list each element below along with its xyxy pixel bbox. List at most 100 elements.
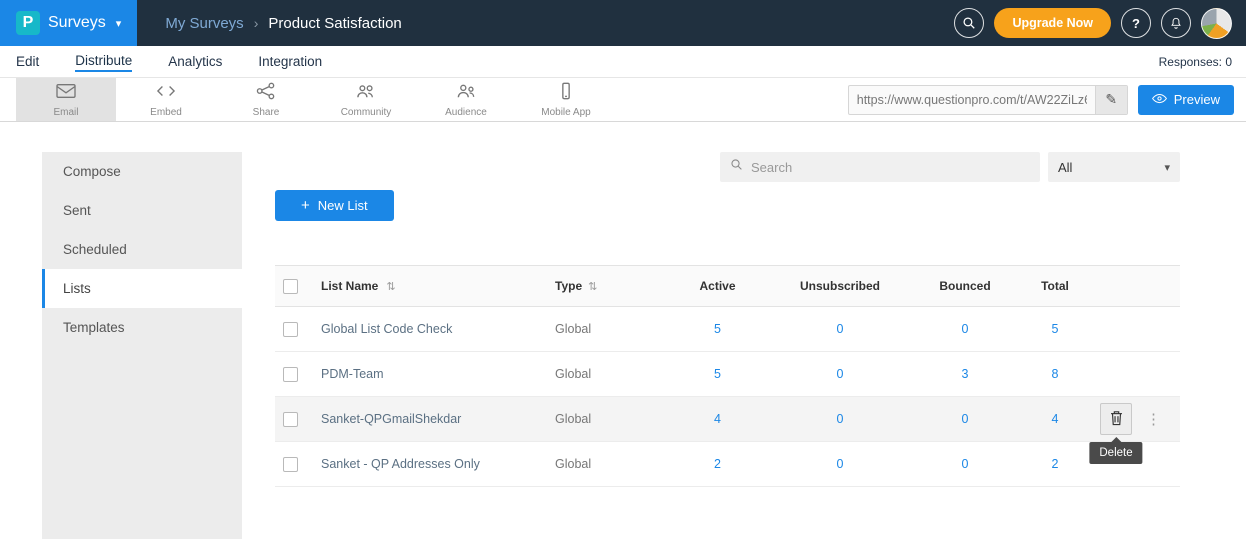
unsubscribed-count-link[interactable]: 0 <box>837 322 844 336</box>
breadcrumb: My Surveys › Product Satisfaction <box>165 15 401 32</box>
total-count-link[interactable]: 5 <box>1052 322 1059 336</box>
survey-url-input[interactable] <box>849 86 1095 114</box>
search-icon <box>730 158 743 176</box>
table-row: Sanket - QP Addresses Only Global 2 0 0 … <box>275 442 1180 487</box>
sort-icon[interactable]: ⇅ <box>386 280 395 293</box>
new-list-button[interactable]: + New List <box>275 190 394 221</box>
help-icon[interactable]: ? <box>1121 8 1151 38</box>
lists-filter-value: All <box>1058 160 1072 175</box>
delete-tooltip: Delete <box>1089 442 1142 464</box>
lists-panel: All ▾ + New List List Name ⇅ Type ⇅ Acti… <box>242 122 1246 539</box>
sidebar-item-scheduled[interactable]: Scheduled <box>42 230 242 269</box>
product-name: Surveys <box>48 14 106 32</box>
sort-icon[interactable]: ⇅ <box>588 280 597 293</box>
lists-filter-row: All ▾ <box>275 152 1180 182</box>
row-checkbox[interactable] <box>283 322 298 337</box>
column-header-bounced: Bounced <box>910 279 1020 293</box>
breadcrumb-separator-icon: › <box>254 15 259 31</box>
survey-url-box: ✎ <box>848 85 1128 115</box>
list-type: Global <box>555 322 591 336</box>
channel-audience[interactable]: Audience <box>416 78 516 121</box>
active-count-link[interactable]: 4 <box>714 412 721 426</box>
bounced-count-link[interactable]: 0 <box>962 412 969 426</box>
delete-list-button[interactable] <box>1100 403 1132 435</box>
table-row: Global List Code Check Global 5 0 0 5 <box>275 307 1180 352</box>
tab-analytics[interactable]: Analytics <box>168 52 222 71</box>
main-area: Compose Sent Scheduled Lists Templates A… <box>0 122 1246 539</box>
edit-url-pencil-icon[interactable]: ✎ <box>1095 86 1127 114</box>
mobile-phone-icon <box>555 82 577 105</box>
list-type: Global <box>555 412 591 426</box>
plus-icon: + <box>301 197 310 214</box>
select-all-checkbox[interactable] <box>283 279 298 294</box>
breadcrumb-current-survey: Product Satisfaction <box>268 15 401 32</box>
responses-count: Responses: 0 <box>1159 55 1232 69</box>
list-name-link[interactable]: Global List Code Check <box>321 322 452 336</box>
row-checkbox[interactable] <box>283 367 298 382</box>
active-count-link[interactable]: 5 <box>714 322 721 336</box>
search-icon[interactable] <box>954 8 984 38</box>
list-name-link[interactable]: PDM-Team <box>321 367 384 381</box>
channel-share-label: Share <box>253 107 280 118</box>
community-people-icon <box>355 82 377 105</box>
list-name-link[interactable]: Sanket - QP Addresses Only <box>321 457 480 471</box>
column-header-list-name: List Name <box>321 279 378 293</box>
tab-integration[interactable]: Integration <box>258 52 322 71</box>
column-header-type: Type <box>555 279 582 293</box>
table-row: Sanket-QPGmailShekdar Global 4 0 0 4 Del… <box>275 397 1180 442</box>
sidebar-item-templates[interactable]: Templates <box>42 308 242 347</box>
channel-audience-label: Audience <box>445 107 487 118</box>
column-header-total: Total <box>1020 279 1090 293</box>
list-type: Global <box>555 457 591 471</box>
sidebar-item-sent[interactable]: Sent <box>42 191 242 230</box>
channel-mobile-app[interactable]: Mobile App <box>516 78 616 121</box>
total-count-link[interactable]: 8 <box>1052 367 1059 381</box>
notifications-bell-icon[interactable] <box>1161 8 1191 38</box>
email-sidebar: Compose Sent Scheduled Lists Templates <box>42 152 242 539</box>
unsubscribed-count-link[interactable]: 0 <box>837 412 844 426</box>
channel-embed-label: Embed <box>150 107 182 118</box>
row-checkbox[interactable] <box>283 412 298 427</box>
upgrade-now-button[interactable]: Upgrade Now <box>994 8 1111 38</box>
channel-embed[interactable]: Embed <box>116 78 216 121</box>
bounced-count-link[interactable]: 0 <box>962 457 969 471</box>
user-avatar[interactable] <box>1201 8 1232 39</box>
active-count-link[interactable]: 5 <box>714 367 721 381</box>
preview-button-label: Preview <box>1174 92 1220 107</box>
table-row: PDM-Team Global 5 0 3 8 <box>275 352 1180 397</box>
lists-search-input[interactable] <box>751 160 1030 175</box>
total-count-link[interactable]: 4 <box>1052 412 1059 426</box>
survey-link-group: ✎ Preview <box>848 78 1234 121</box>
lists-filter-dropdown[interactable]: All ▾ <box>1048 152 1180 182</box>
distribute-channels-toolbar: Email Embed Share Community Audience Mob… <box>0 77 1246 122</box>
sidebar-item-lists[interactable]: Lists <box>42 269 242 308</box>
unsubscribed-count-link[interactable]: 0 <box>837 367 844 381</box>
surveys-product-switcher[interactable]: P Surveys ▾ <box>0 0 137 46</box>
bounced-count-link[interactable]: 3 <box>962 367 969 381</box>
chevron-down-icon: ▾ <box>116 17 122 30</box>
bounced-count-link[interactable]: 0 <box>962 322 969 336</box>
breadcrumb-my-surveys[interactable]: My Surveys <box>165 15 243 32</box>
channel-share[interactable]: Share <box>216 78 316 121</box>
sidebar-item-compose[interactable]: Compose <box>42 152 242 191</box>
channel-email[interactable]: Email <box>16 78 116 121</box>
list-type: Global <box>555 367 591 381</box>
channel-community-label: Community <box>341 107 392 118</box>
top-bar: P Surveys ▾ My Surveys › Product Satisfa… <box>0 0 1246 46</box>
preview-button[interactable]: Preview <box>1138 85 1234 115</box>
channel-community[interactable]: Community <box>316 78 416 121</box>
list-name-link[interactable]: Sanket-QPGmailShekdar <box>321 412 461 426</box>
tab-distribute[interactable]: Distribute <box>75 51 132 72</box>
column-header-active: Active <box>665 279 770 293</box>
tab-edit[interactable]: Edit <box>16 52 39 71</box>
column-header-unsubscribed: Unsubscribed <box>770 279 910 293</box>
active-count-link[interactable]: 2 <box>714 457 721 471</box>
delete-action-wrap: Delete <box>1100 403 1132 435</box>
lists-table: List Name ⇅ Type ⇅ Active Unsubscribed B… <box>275 265 1180 487</box>
total-count-link[interactable]: 2 <box>1052 457 1059 471</box>
row-more-menu-icon[interactable]: ⋮ <box>1146 410 1162 428</box>
row-checkbox[interactable] <box>283 457 298 472</box>
unsubscribed-count-link[interactable]: 0 <box>837 457 844 471</box>
survey-tabs-bar: Edit Distribute Analytics Integration Re… <box>0 46 1246 77</box>
channel-mobile-app-label: Mobile App <box>541 107 590 118</box>
